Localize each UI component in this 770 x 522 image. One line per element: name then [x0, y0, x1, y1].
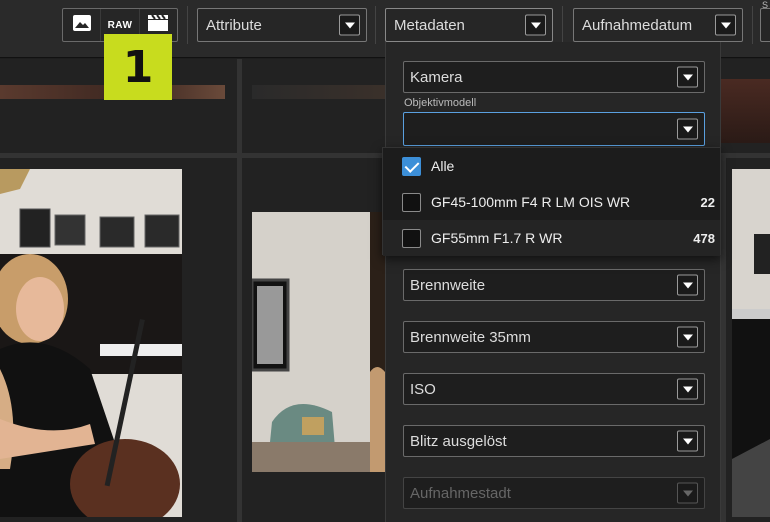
grid-cell[interactable]	[242, 158, 385, 522]
checkbox[interactable]	[402, 192, 421, 212]
metadata-panel: Kamera Objektivmodell Brennweite Brennwe…	[385, 42, 721, 522]
step-badge: 1	[104, 34, 172, 100]
chevron-down-icon	[677, 430, 698, 452]
checkbox[interactable]	[402, 228, 421, 248]
chevron-down-icon	[339, 14, 360, 36]
iso-select-label: ISO	[410, 380, 436, 398]
brennweite-select-label: Brennweite	[410, 276, 486, 294]
toolbar-divider	[752, 6, 753, 44]
photo-cellist	[0, 169, 182, 517]
photo-room	[252, 212, 385, 472]
kamera-select[interactable]: Kamera	[403, 61, 705, 93]
aufnahmedatum-filter[interactable]: Aufnahmedatum	[573, 8, 743, 42]
brennweite-select[interactable]: Brennweite	[403, 269, 705, 301]
grid-cell[interactable]	[0, 158, 237, 522]
iso-select[interactable]: ISO	[403, 373, 705, 405]
aufnahmedatum-filter-label: Aufnahmedatum	[582, 16, 693, 34]
checkbox[interactable]	[402, 156, 421, 176]
chevron-down-icon	[715, 14, 736, 36]
objektivmodell-select[interactable]	[403, 112, 705, 146]
blitz-select[interactable]: Blitz ausgelöst	[403, 425, 705, 457]
chevron-down-icon	[677, 326, 698, 348]
option-label: GF55mm F1.7 R WR	[431, 230, 563, 246]
blitz-select-label: Blitz ausgelöst	[410, 432, 507, 450]
grid-cell[interactable]	[726, 158, 770, 522]
attribute-filter-label: Attribute	[206, 16, 262, 34]
photo-thumbnail	[732, 169, 770, 517]
more-filter[interactable]	[760, 8, 770, 42]
toolbar-divider	[562, 6, 563, 44]
objektivmodell-options: Alle GF45-100mm F4 R LM OIS WR 22 GF55mm…	[382, 147, 721, 256]
grid-cell[interactable]	[721, 59, 770, 153]
aufnahmestadt-select: Aufnahmestadt	[403, 477, 705, 509]
option-label: GF45-100mm F4 R LM OIS WR	[431, 194, 631, 210]
edge-label: S	[762, 0, 769, 10]
option-label: Alle	[431, 158, 455, 174]
attribute-filter[interactable]: Attribute	[197, 8, 367, 42]
chevron-down-icon	[677, 482, 698, 504]
chevron-down-icon	[525, 14, 546, 36]
photo-thumbnail	[252, 85, 385, 99]
option-gf45-100mm[interactable]: GF45-100mm F4 R LM OIS WR 22	[383, 184, 720, 220]
chevron-down-icon	[677, 66, 698, 88]
brennweite-35mm-select-label: Brennweite 35mm	[410, 328, 531, 346]
brennweite-35mm-select[interactable]: Brennweite 35mm	[403, 321, 705, 353]
toolbar-divider	[375, 6, 376, 44]
photo-filter-button[interactable]	[63, 9, 102, 41]
metadaten-filter[interactable]: Metadaten	[385, 8, 553, 42]
aufnahmestadt-select-label: Aufnahmestadt	[410, 484, 511, 502]
toolbar-divider	[187, 6, 188, 44]
option-gf55mm[interactable]: GF55mm F1.7 R WR 478	[383, 220, 720, 256]
kamera-select-label: Kamera	[410, 68, 463, 86]
chevron-down-icon	[677, 118, 698, 140]
image-icon	[72, 14, 92, 37]
photo-thumbnail	[721, 79, 770, 143]
option-alle[interactable]: Alle	[383, 148, 720, 184]
option-count: 22	[700, 194, 715, 210]
chevron-down-icon	[677, 378, 698, 400]
raw-label: RAW	[107, 19, 133, 31]
objektivmodell-label: Objektivmodell	[404, 97, 477, 109]
option-count: 478	[693, 230, 715, 246]
chevron-down-icon	[677, 274, 698, 296]
metadaten-filter-label: Metadaten	[394, 16, 465, 34]
grid-cell[interactable]	[242, 59, 385, 153]
